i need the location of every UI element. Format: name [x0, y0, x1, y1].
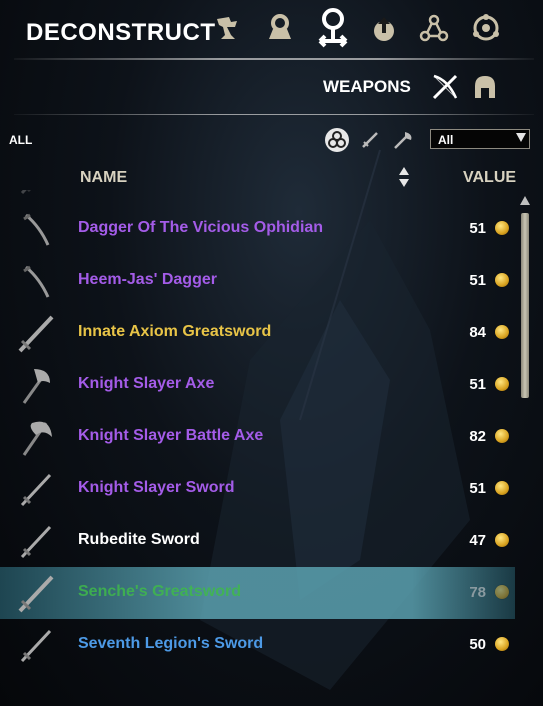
- two-handed-icon[interactable]: [389, 126, 417, 154]
- gold-coin-icon: [495, 221, 509, 235]
- list-item[interactable]: Knight Slayer Sword 51: [0, 463, 515, 515]
- scrollbar-thumb[interactable]: [521, 213, 529, 398]
- item-name: Knight Slayer Sword: [78, 479, 235, 496]
- item-name: Heem-Jas' Dagger: [78, 271, 217, 288]
- list-item[interactable]: Seventh Legion's Sword 50: [0, 619, 515, 671]
- one-handed-icon[interactable]: [356, 126, 384, 154]
- dagger-icon: [23, 213, 50, 246]
- dagger-icon: [23, 265, 50, 298]
- list-item[interactable]: Knight Slayer Axe 51: [0, 359, 515, 411]
- subtab-label: WEAPONS: [323, 77, 411, 96]
- gold-coin-icon: [495, 429, 509, 443]
- trait-icon[interactable]: [470, 12, 502, 44]
- column-header-value[interactable]: VALUE: [463, 169, 516, 187]
- item-name: Rubedite Sword: [78, 531, 200, 548]
- sort-arrows-icon[interactable]: [398, 165, 410, 189]
- header: DECONSTRUCT: [0, 0, 543, 62]
- item-value: 50: [469, 636, 486, 653]
- item-name: Dagger Of The Vicious Ophidian: [78, 219, 324, 236]
- column-header-name[interactable]: NAME: [80, 169, 127, 187]
- gold-coin-icon: [495, 481, 509, 495]
- item-value: 78: [469, 584, 486, 601]
- list-item[interactable]: Knight Slayer Battle Axe 82: [0, 411, 515, 463]
- item-value: 47: [469, 532, 486, 549]
- greatsword-icon: [18, 575, 54, 613]
- item-name: Seventh Legion's Sword: [78, 635, 264, 652]
- item-name: Knight Slayer Axe: [78, 375, 215, 392]
- filter-dropdown[interactable]: All: [430, 129, 530, 149]
- list-item[interactable]: Dagger Of The Vicious Ophidian 51: [0, 203, 515, 255]
- filter-all-label: ALL: [9, 133, 33, 147]
- item-name: Senche's Greatsword: [78, 583, 241, 600]
- item-value: 84: [469, 324, 486, 341]
- list-item[interactable]: Rubedite Sword 47: [0, 515, 515, 567]
- battle-axe-icon: [22, 421, 52, 456]
- research-icon[interactable]: [418, 12, 450, 44]
- list-item[interactable]: Clever Alchemist Sword52: [0, 190, 515, 203]
- gold-coin-icon: [495, 377, 509, 391]
- gold-coin-icon: [495, 637, 509, 651]
- gold-coin-icon: [495, 585, 509, 599]
- gold-coin-icon: [495, 273, 509, 287]
- list-item[interactable]: Senche's Greatsword 78: [0, 567, 515, 619]
- deconstruct-icon[interactable]: [310, 5, 356, 51]
- scroll-up-arrow[interactable]: [520, 196, 530, 205]
- dropdown-value: All: [438, 133, 454, 147]
- all-types-icon[interactable]: [323, 126, 351, 154]
- item-value: 51: [469, 272, 486, 289]
- weapons-icon[interactable]: [428, 70, 462, 104]
- list-item[interactable]: Heem-Jas' Dagger 51: [0, 255, 515, 307]
- axe-icon: [22, 369, 50, 404]
- blacksmithing-anvil-icon[interactable]: [212, 12, 244, 44]
- header-divider: [14, 58, 534, 60]
- chevron-down-icon: [516, 133, 526, 142]
- page-title: DECONSTRUCT: [26, 19, 216, 46]
- item-name: Innate Axiom Greatsword: [78, 323, 272, 340]
- item-value: 51: [469, 220, 486, 237]
- sword-icon: [20, 473, 52, 507]
- gold-coin-icon: [495, 533, 509, 547]
- item-value: 82: [469, 428, 486, 445]
- item-list: Clever Alchemist Sword52Dagger Of The Vi…: [0, 190, 543, 706]
- gold-coin-icon: [495, 325, 509, 339]
- sword-icon: [20, 629, 52, 663]
- greatsword-icon: [18, 315, 54, 353]
- improvement-icon[interactable]: [368, 12, 400, 44]
- armor-helmet-icon[interactable]: [468, 70, 502, 104]
- clothing-icon[interactable]: [264, 12, 296, 44]
- item-name: Knight Slayer Battle Axe: [78, 427, 264, 444]
- item-value: 51: [469, 376, 486, 393]
- subtab-divider: [14, 114, 534, 115]
- sword-icon: [20, 525, 52, 559]
- sword-icon: [20, 190, 31, 195]
- item-value: 51: [469, 480, 486, 497]
- list-item[interactable]: Innate Axiom Greatsword 84: [0, 307, 515, 359]
